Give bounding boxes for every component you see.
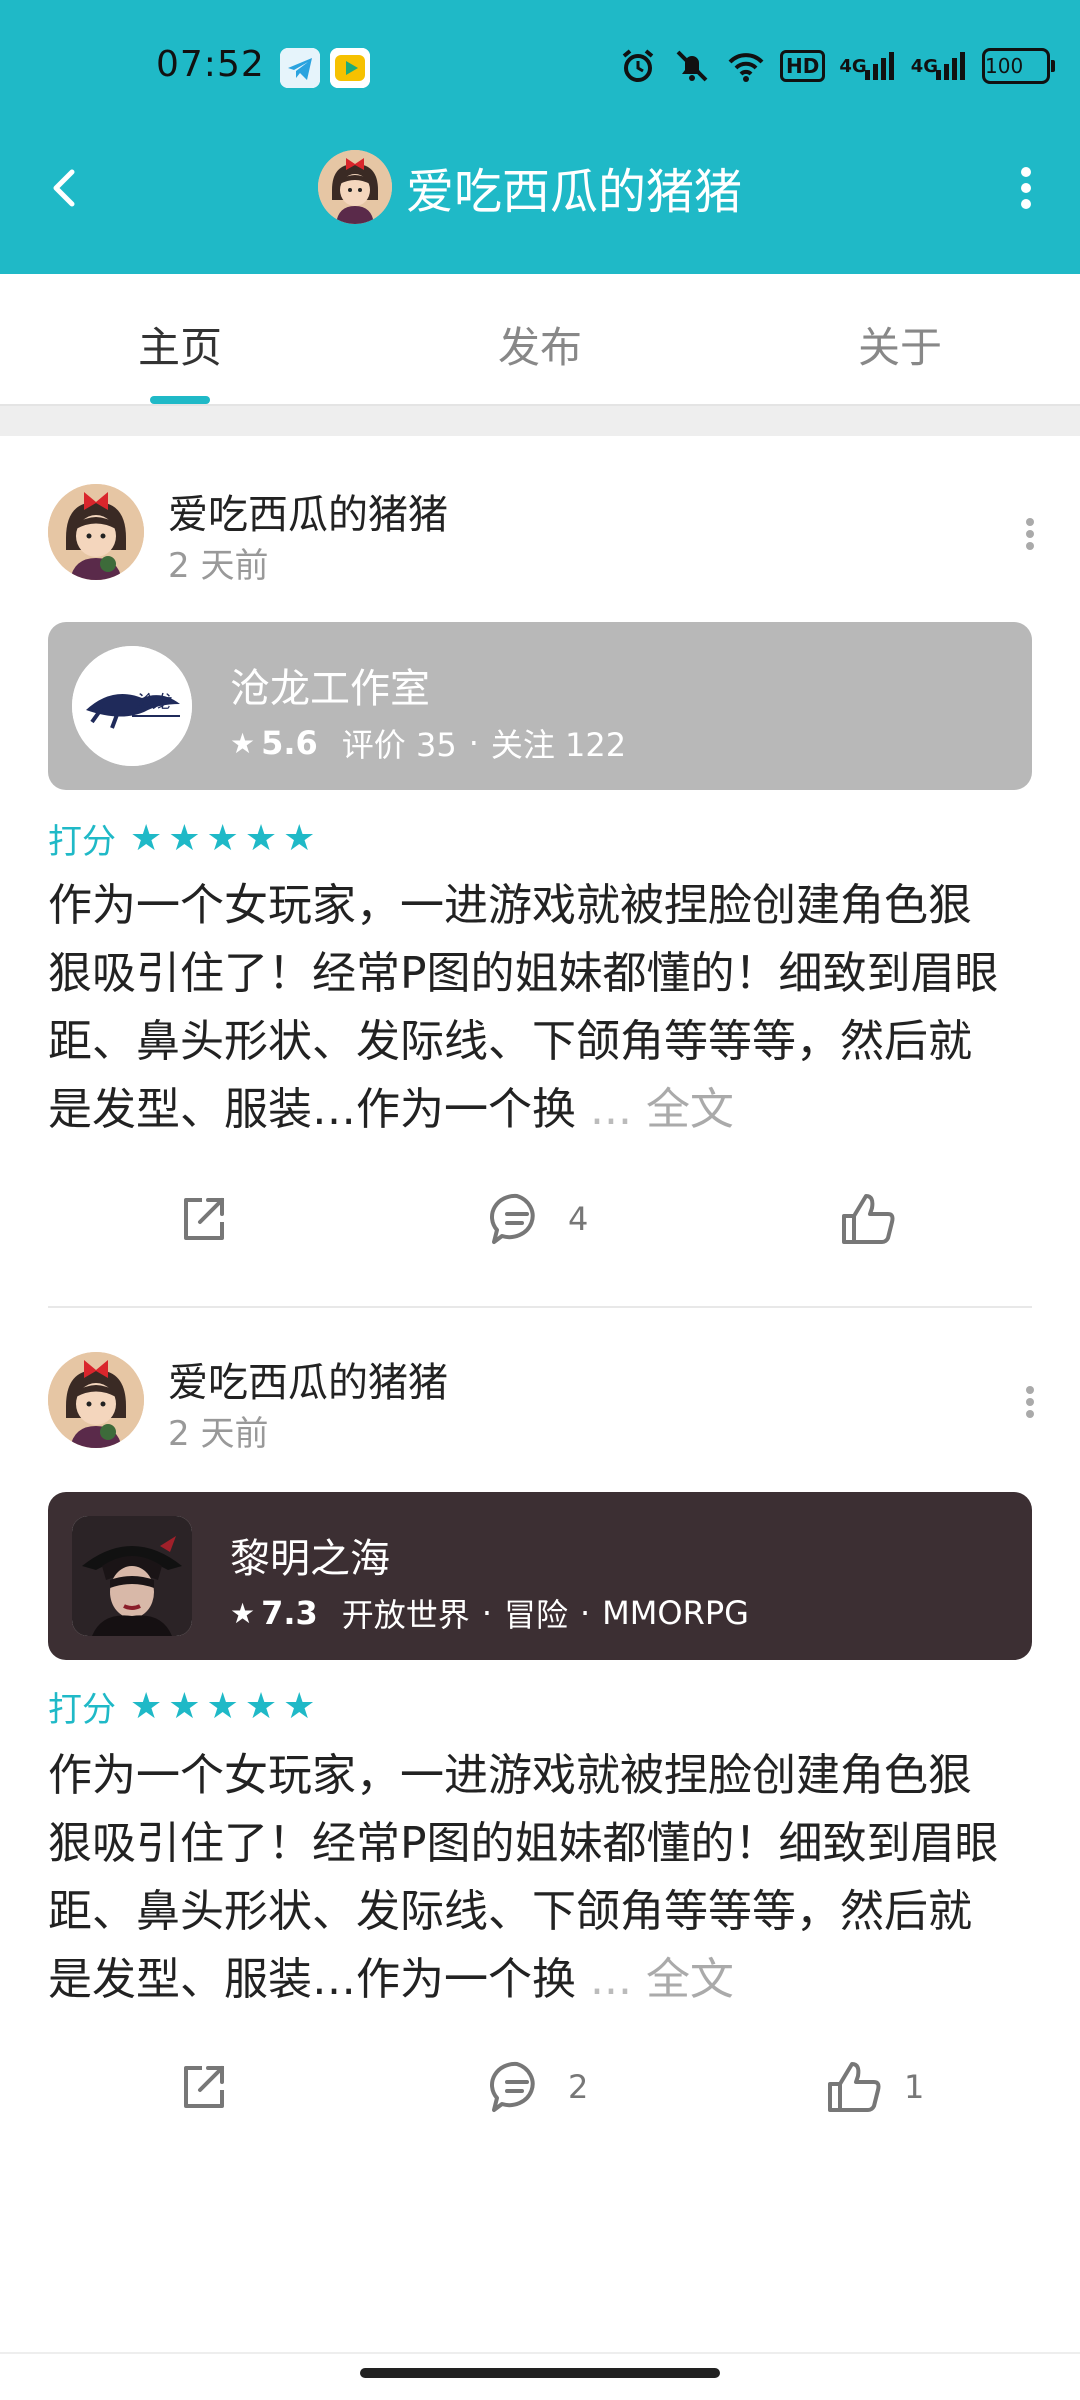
post-timestamp: 2 天前 [168,546,269,586]
post-actions: 2 1 [0,2056,1080,2136]
post-divider [48,1306,1032,1308]
game-name: 沧龙工作室 [230,666,430,712]
mute-icon [672,46,712,86]
share-icon [184,1198,224,1240]
tab-about[interactable]: 关于 [858,314,942,375]
rating-stars: ★★★★★ [130,818,322,859]
like-button[interactable]: 1 [822,2056,924,2118]
telegram-icon [280,48,320,88]
video-app-icon [330,48,370,88]
avatar[interactable] [48,1352,144,1448]
game-meta: ★ 5.6 评价 35 · 关注 122 [230,720,626,766]
comment-icon [490,1193,535,1244]
signal-1: 4G [839,50,896,82]
ellipsis: ... [576,1084,646,1135]
game-score: 7.3 [261,1594,318,1632]
rating-stars: ★★★★★ [130,1686,322,1727]
post-body[interactable]: 作为一个女玩家，一进游戏就被捏脸创建角色狠狠吸引住了！经常P图的姐妹都懂的！细致… [48,872,1012,1144]
share-icon [184,2066,224,2108]
thumbs-up-icon [842,1194,895,1244]
post-more-button[interactable] [1002,506,1058,562]
rating-row: 打分 ★★★★★ [48,814,321,863]
tab-posts[interactable]: 发布 [498,314,582,375]
app-header: 07:52 HD 4G 4G 100 爱吃西瓜的猪猪 [0,0,1080,274]
separator-dot: · [481,1594,492,1632]
dragon-logo-icon: 沧龙 [72,646,192,766]
chevron-left-icon [53,169,75,207]
girl-avatar-image [48,484,144,580]
separator-dot: · [468,724,479,762]
avatar[interactable] [48,484,144,580]
page-title: 爱吃西瓜的猪猪 [406,164,743,220]
comment-count: 2 [568,2068,589,2106]
section-divider [0,406,1080,436]
comment-button[interactable]: 4 [486,1188,588,1250]
status-icons: HD 4G 4G 100 [618,46,1055,86]
comment-icon [490,2061,535,2112]
more-vertical-icon [1026,1386,1034,1418]
studio-logo: 沧龙 [72,646,192,766]
read-more-link[interactable]: 全文 [646,1084,734,1135]
game-card[interactable]: 沧龙 沧龙工作室 ★ 5.6 评价 35 · 关注 122 [48,622,1032,790]
thumbs-up-icon [828,2062,881,2112]
share-button[interactable] [172,2056,234,2118]
header-title-group: 爱吃西瓜的猪猪 [318,150,742,224]
share-button[interactable] [172,1188,234,1250]
rating-label: 打分 [48,1690,116,1730]
game-tag: 开放世界 [341,1596,470,1634]
svg-text:沧龙: 沧龙 [134,692,172,713]
signal-bars-icon [936,52,965,80]
read-more-link[interactable]: 全文 [646,1954,734,2005]
game-meta: ★ 7.3 开放世界 · 冒险 · MMORPG [230,1590,749,1636]
star-icon: ★ [230,726,256,760]
like-button[interactable] [836,1188,918,1250]
rating-label: 打分 [48,822,116,862]
back-button[interactable] [38,160,94,216]
battery-indicator: 100 [982,48,1055,84]
tab-bar: 主页 发布 关于 [0,274,1080,406]
signal-bars-icon [864,52,894,80]
game-tag: 冒险 [503,1596,568,1634]
more-vertical-icon [1021,167,1031,209]
post-timestamp: 2 天前 [168,1414,269,1454]
more-vertical-icon [1026,518,1034,550]
wifi-icon [726,46,766,86]
active-tab-indicator [150,396,210,404]
tab-home[interactable]: 主页 [138,314,222,375]
home-indicator[interactable] [360,2368,720,2378]
post-more-button[interactable] [1002,1374,1058,1430]
post-actions: 4 [0,1188,1080,1268]
ellipsis: ... [576,1954,646,2005]
status-time: 07:52 [156,44,265,85]
separator-dot: · [580,1594,591,1632]
post-author-name[interactable]: 爱吃西瓜的猪猪 [168,1350,448,1408]
status-bar: 07:52 HD 4G 4G 100 [0,0,1080,136]
alarm-icon [618,46,658,86]
girl-avatar-image [48,1352,144,1448]
post-text-content: 作为一个女玩家，一进游戏就被捏脸创建角色狠狠吸引住了！经常P图的姐妹都懂的！细致… [48,880,999,1135]
rating-row: 打分 ★★★★★ [48,1682,321,1731]
comment-count: 4 [568,1200,589,1238]
hooded-character-icon [72,1516,192,1636]
game-icon [72,1516,192,1636]
game-card[interactable]: 黎明之海 ★ 7.3 开放世界 · 冒险 · MMORPG [48,1492,1032,1660]
comment-button[interactable]: 2 [486,2056,588,2118]
avatar[interactable] [318,150,392,224]
game-name: 黎明之海 [230,1536,390,1582]
follow-count: 关注 122 [490,726,627,764]
post-text-content: 作为一个女玩家，一进游戏就被捏脸创建角色狠狠吸引住了！经常P图的姐妹都懂的！细致… [48,1750,999,2005]
post-author-name[interactable]: 爱吃西瓜的猪猪 [168,482,448,540]
post-body[interactable]: 作为一个女玩家，一进游戏就被捏脸创建角色狠狠吸引住了！经常P图的姐妹都懂的！细致… [48,1742,1012,2014]
game-tag: MMORPG [602,1594,749,1632]
girl-avatar-image [318,150,392,224]
like-count: 1 [904,2068,925,2106]
review-count: 评价 35 [341,726,457,764]
bottom-divider [0,2352,1080,2354]
star-icon: ★ [230,1596,256,1630]
hd-badge: HD [780,50,826,82]
more-options-button[interactable] [998,160,1054,216]
game-score: 5.6 [261,724,318,762]
signal-2: 4G [911,50,968,82]
